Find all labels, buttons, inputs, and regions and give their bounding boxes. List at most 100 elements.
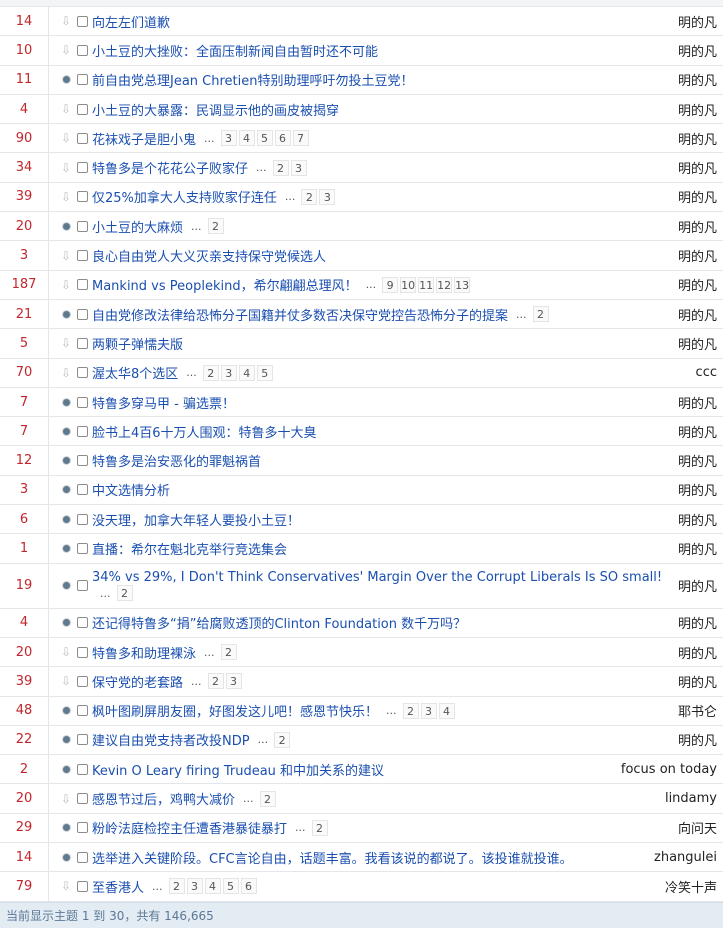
topic-title-link[interactable]: 花袜戏子是胆小鬼 — [92, 129, 196, 148]
topic-author[interactable]: 明的凡 — [678, 730, 723, 749]
topic-select-checkbox[interactable] — [77, 220, 88, 232]
topic-author[interactable]: focus on today — [621, 762, 723, 777]
topic-title-link[interactable]: 良心自由党人大义灭亲支持保守党候选人 — [92, 246, 326, 265]
topic-author[interactable]: 明的凡 — [678, 41, 723, 60]
topic-title-link[interactable]: 特鲁多穿马甲 - 骗选票！ — [92, 393, 235, 412]
page-link[interactable]: 2 — [116, 585, 133, 602]
topic-author[interactable]: 明的凡 — [678, 246, 723, 265]
topic-select-checkbox[interactable] — [77, 44, 88, 56]
page-link[interactable]: 10 — [400, 276, 417, 293]
topic-title-link[interactable]: 特鲁多和助理裸泳 — [92, 643, 196, 662]
page-link[interactable]: 2 — [207, 218, 224, 235]
topic-author[interactable]: 明的凡 — [678, 275, 723, 294]
topic-author[interactable]: 明的凡 — [678, 129, 723, 148]
topic-author[interactable]: 明的凡 — [678, 451, 723, 470]
topic-title-link[interactable]: 脸书上4百6十万人围观：特鲁多十大臭 — [92, 422, 317, 441]
page-link[interactable]: 3 — [225, 673, 242, 690]
topic-author[interactable]: 明的凡 — [678, 643, 723, 662]
topic-select-checkbox[interactable] — [77, 542, 88, 554]
topic-author[interactable]: 明的凡 — [678, 480, 723, 499]
topic-author[interactable]: 耶书仑 — [678, 701, 723, 720]
page-link[interactable]: 2 — [220, 644, 237, 661]
topic-author[interactable]: 明的凡 — [678, 539, 723, 558]
topic-select-checkbox[interactable] — [77, 162, 88, 174]
topic-select-checkbox[interactable] — [77, 822, 88, 834]
page-link[interactable]: 7 — [292, 130, 309, 147]
page-link[interactable]: 2 — [311, 819, 328, 836]
topic-author[interactable]: 明的凡 — [678, 70, 723, 89]
topic-select-checkbox[interactable] — [77, 367, 88, 379]
topic-select-checkbox[interactable] — [77, 132, 88, 144]
topic-title-link[interactable]: 没天理，加拿大年轻人要投小土豆！ — [92, 510, 300, 529]
page-link[interactable]: 2 — [274, 731, 291, 748]
topic-title-link[interactable]: Mankind vs Peoplekind，希尔翩翩总理风！ — [92, 275, 358, 294]
topic-title-link[interactable]: 特鲁多是个花花公子败家仔 — [92, 158, 248, 177]
topic-title-link[interactable]: 选举进入关键阶段。CFC言论自由，话题丰富。我看该说的都说了。该投谁就投谁。 — [92, 848, 573, 867]
page-link[interactable]: 2 — [402, 702, 419, 719]
topic-title-link[interactable]: 粉岭法庭检控主任遭香港暴徒暴打 — [92, 818, 287, 837]
topic-title-link[interactable]: 特鲁多是治安恶化的罪魁祸首 — [92, 451, 261, 470]
page-link[interactable]: 2 — [207, 673, 224, 690]
page-link[interactable]: 5 — [222, 878, 239, 895]
topic-title-link[interactable]: 渥太华8个选区 — [92, 363, 178, 382]
topic-title-link[interactable]: 直播：希尔在魁北克举行竞选集会 — [92, 539, 287, 558]
page-link[interactable]: 4 — [438, 702, 455, 719]
topic-title-link[interactable]: Kevin O Leary firing Trudeau 和中加关系的建议 — [92, 760, 384, 779]
page-link[interactable]: 3 — [220, 130, 237, 147]
topic-title-link[interactable]: 保守党的老套路 — [92, 672, 183, 691]
topic-title-link[interactable]: 两颗子弹懦夫版 — [92, 334, 183, 353]
topic-select-checkbox[interactable] — [77, 580, 88, 592]
page-link[interactable]: 6 — [274, 130, 291, 147]
topic-select-checkbox[interactable] — [77, 734, 88, 746]
page-link[interactable]: 2 — [168, 878, 185, 895]
topic-select-checkbox[interactable] — [77, 705, 88, 717]
topic-author[interactable]: 明的凡 — [678, 158, 723, 177]
page-link[interactable]: 5 — [256, 364, 273, 381]
page-link[interactable]: 4 — [238, 130, 255, 147]
page-link[interactable]: 2 — [532, 306, 549, 323]
topic-select-checkbox[interactable] — [77, 880, 88, 892]
topic-author[interactable]: 明的凡 — [678, 100, 723, 119]
page-link[interactable]: 3 — [290, 159, 307, 176]
page-link[interactable]: 2 — [202, 364, 219, 381]
page-link[interactable]: 2 — [272, 159, 289, 176]
page-link[interactable]: 2 — [301, 188, 318, 205]
topic-title-link[interactable]: 小土豆的大挫败：全面压制新闻自由暂时还不可能 — [92, 41, 378, 60]
page-link[interactable]: 11 — [418, 276, 435, 293]
topic-author[interactable]: lindamy — [665, 791, 723, 806]
topic-title-link[interactable]: 小土豆的大暴露：民调显示他的画皮被揭穿 — [92, 100, 339, 119]
topic-select-checkbox[interactable] — [77, 617, 88, 629]
topic-title-link[interactable]: 还记得特鲁多“捐”给腐败透顶的Clinton Foundation 数千万吗？ — [92, 613, 466, 632]
page-link[interactable]: 6 — [240, 878, 257, 895]
page-link[interactable]: 12 — [436, 276, 453, 293]
topic-select-checkbox[interactable] — [77, 250, 88, 262]
topic-title-link[interactable]: 仅25%加拿大人支持败家仔连任 — [92, 187, 277, 206]
topic-select-checkbox[interactable] — [77, 455, 88, 467]
topic-author[interactable]: 明的凡 — [678, 613, 723, 632]
topic-author[interactable]: 冷笑十声 — [665, 877, 723, 896]
topic-title-link[interactable]: 自由党修改法律给恐怖分子国籍并仗多数否决保守党控告恐怖分子的提案 — [92, 305, 508, 324]
topic-title-link[interactable]: 建议自由党支持者改投NDP — [92, 730, 250, 749]
topic-author[interactable]: 明的凡 — [678, 12, 723, 31]
page-link[interactable]: 5 — [256, 130, 273, 147]
topic-author[interactable]: zhangulei — [654, 850, 723, 865]
page-link[interactable]: 3 — [186, 878, 203, 895]
topic-title-link[interactable]: 向左左们道歉 — [92, 12, 170, 31]
page-link[interactable]: 9 — [382, 276, 399, 293]
page-link[interactable]: 4 — [238, 364, 255, 381]
topic-author[interactable]: 明的凡 — [678, 334, 723, 353]
topic-title-link[interactable]: 小土豆的大麻烦 — [92, 217, 183, 236]
topic-author[interactable]: 明的凡 — [678, 510, 723, 529]
topic-author[interactable]: 明的凡 — [678, 305, 723, 324]
topic-author[interactable]: 明的凡 — [678, 576, 723, 595]
topic-select-checkbox[interactable] — [77, 279, 88, 291]
topic-author[interactable]: ccc — [696, 365, 723, 380]
page-link[interactable]: 13 — [454, 276, 471, 293]
topic-select-checkbox[interactable] — [77, 513, 88, 525]
topic-author[interactable]: 向问天 — [678, 818, 723, 837]
page-link[interactable]: 3 — [420, 702, 437, 719]
topic-select-checkbox[interactable] — [77, 425, 88, 437]
topic-select-checkbox[interactable] — [77, 15, 88, 27]
topic-author[interactable]: 明的凡 — [678, 672, 723, 691]
topic-select-checkbox[interactable] — [77, 308, 88, 320]
